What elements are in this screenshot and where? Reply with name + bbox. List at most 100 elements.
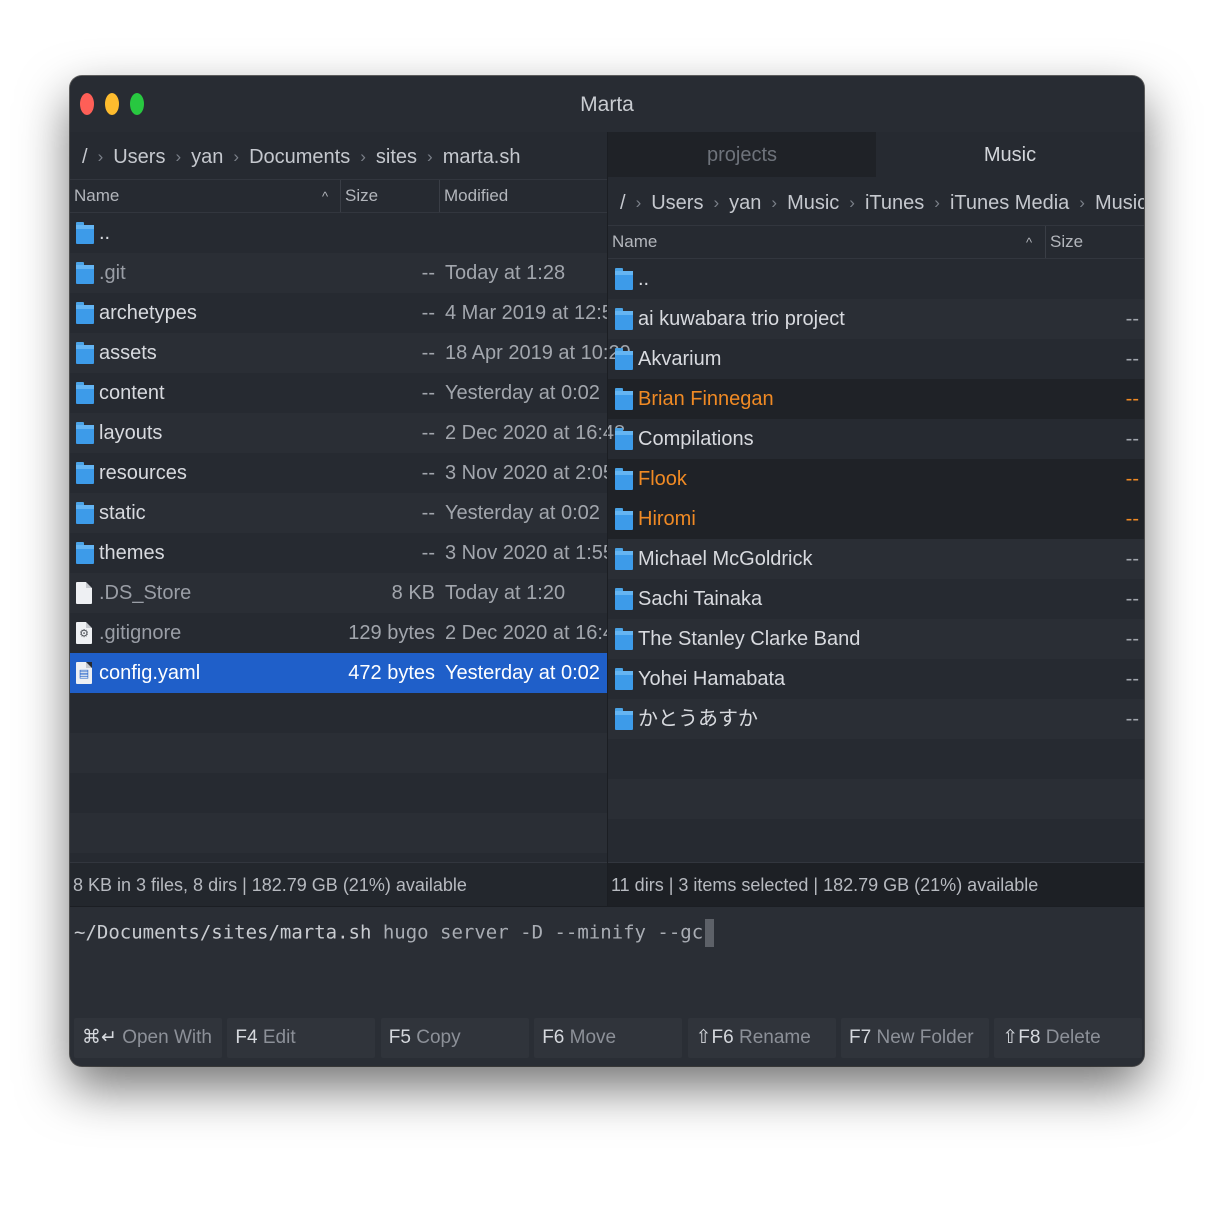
shortcut-label: Rename bbox=[733, 1027, 811, 1048]
folder-icon bbox=[615, 668, 633, 690]
name-column-header[interactable]: Name bbox=[70, 180, 340, 212]
breadcrumb-item[interactable]: / bbox=[618, 192, 628, 215]
file-modified: 3 Nov 2020 at 1:55 bbox=[445, 542, 615, 564]
file-row[interactable]: static -- Yesterday at 0:02 bbox=[70, 493, 607, 533]
breadcrumb-item[interactable]: sites bbox=[374, 146, 419, 169]
file-name: archetypes bbox=[99, 302, 197, 324]
folder-row[interactable]: Sachi Tainaka -- bbox=[608, 579, 1144, 619]
folder-size: -- bbox=[1125, 708, 1139, 730]
folder-body bbox=[76, 425, 94, 444]
folder-body bbox=[615, 591, 633, 610]
file-size: 8 KB bbox=[391, 582, 435, 604]
file-row[interactable]: themes -- 3 Nov 2020 at 1:55 bbox=[70, 533, 614, 573]
folder-row[interactable]: Compilations -- bbox=[608, 419, 1144, 459]
chevron-right-icon: › bbox=[934, 193, 940, 212]
breadcrumb-item[interactable]: Music bbox=[1093, 192, 1144, 215]
folder-row[interactable]: Michael McGoldrick -- bbox=[608, 539, 1144, 579]
breadcrumb-item[interactable]: Documents bbox=[247, 146, 352, 169]
terminal-command: hugo server -D --minify --gc bbox=[371, 921, 704, 944]
new-folder-button[interactable]: F7 New Folder bbox=[841, 1018, 989, 1058]
folder-row[interactable]: Yohei Hamabata -- bbox=[608, 659, 1144, 699]
shortcut-label: Open With bbox=[116, 1027, 212, 1048]
chevron-right-icon: › bbox=[771, 193, 778, 212]
folder-row[interactable]: The Stanley Clarke Band -- bbox=[608, 619, 1144, 659]
file-name: static bbox=[99, 502, 146, 524]
folder-row[interactable]: かとうあすか -- bbox=[608, 699, 1144, 739]
folder-name: かとうあすか bbox=[638, 708, 758, 730]
shortcut-label: Delete bbox=[1040, 1027, 1101, 1048]
empty-row bbox=[608, 779, 1144, 819]
terminal-panel[interactable]: ~/Documents/sites/marta.sh hugo server -… bbox=[70, 906, 1144, 1016]
file-row[interactable]: .git -- Today at 1:28 bbox=[70, 253, 607, 293]
document-icon bbox=[76, 582, 92, 604]
move-button[interactable]: F6 Move bbox=[534, 1018, 683, 1058]
breadcrumb-item[interactable]: iTunes bbox=[863, 192, 926, 215]
chevron-right-icon: › bbox=[97, 147, 104, 166]
name-column-header[interactable]: Name bbox=[608, 226, 1044, 258]
copy-button[interactable]: F5 Copy bbox=[380, 1018, 529, 1058]
right-pane[interactable]: projects Music / › Users › yan › Music › iTunes ›… bbox=[608, 132, 1144, 906]
file-modified: 4 Mar 2019 at 12:50 bbox=[445, 302, 625, 324]
file-size: -- bbox=[421, 302, 435, 324]
breadcrumb-item[interactable]: Users bbox=[649, 192, 705, 215]
left-pane[interactable]: / › Users › yan › Documents › sites › marta.sh Nam… bbox=[70, 132, 631, 906]
folder-size: -- bbox=[1125, 588, 1139, 610]
gear-document-icon: ⚙ bbox=[76, 622, 92, 644]
selected-folder-row[interactable]: Flook -- bbox=[608, 459, 1144, 499]
file-row[interactable]: content -- Yesterday at 0:02 bbox=[70, 373, 607, 413]
folder-icon bbox=[615, 708, 633, 730]
file-row[interactable]: layouts -- 2 Dec 2020 at 16:48 bbox=[70, 413, 625, 453]
size-column-header[interactable]: Size bbox=[1046, 226, 1144, 258]
folder-row[interactable]: Akvarium -- bbox=[608, 339, 1144, 379]
folder-icon bbox=[76, 262, 94, 284]
file-size: -- bbox=[421, 342, 435, 364]
selected-folder-row[interactable]: Hiromi -- bbox=[608, 499, 1144, 539]
file-row[interactable]: .. bbox=[70, 213, 607, 253]
edit-button[interactable]: F4 Edit bbox=[227, 1018, 376, 1058]
breadcrumb-item[interactable]: Music bbox=[785, 192, 841, 215]
folder-name: Flook bbox=[638, 468, 687, 490]
folder-icon bbox=[615, 468, 633, 490]
folder-icon bbox=[615, 548, 633, 570]
empty-row bbox=[70, 773, 607, 813]
empty-row bbox=[70, 813, 607, 853]
tab-music[interactable]: Music bbox=[876, 132, 1144, 177]
rename-button[interactable]: ⇧F6 Rename bbox=[687, 1018, 836, 1058]
title-bar: Marta bbox=[70, 76, 1144, 132]
breadcrumb-item[interactable]: Users bbox=[111, 146, 167, 169]
file-row[interactable]: ⚙ .gitignore 129 bytes 2 Dec 2020 at 16:48 bbox=[70, 613, 625, 653]
selected-folder-row[interactable]: Brian Finnegan -- bbox=[608, 379, 1144, 419]
yaml-document-icon: ▤ bbox=[76, 662, 92, 684]
folder-size: -- bbox=[1125, 548, 1139, 570]
breadcrumb-item[interactable]: yan bbox=[727, 192, 763, 215]
file-row[interactable]: assets -- 18 Apr 2019 at 10:29 bbox=[70, 333, 631, 373]
open-with-button[interactable]: ⌘↵ Open With bbox=[74, 1018, 222, 1058]
right-file-list[interactable]: .. ai kuwabara trio project -- Akvarium -- Br… bbox=[608, 259, 1144, 859]
folder-row[interactable]: ai kuwabara trio project -- bbox=[608, 299, 1144, 339]
left-file-list[interactable]: .. .git -- Today at 1:28 archetypes -- 4 Mar 2… bbox=[70, 213, 631, 853]
file-size: -- bbox=[421, 462, 435, 484]
modified-column-header[interactable]: Modified bbox=[440, 180, 607, 212]
folder-icon bbox=[76, 502, 94, 524]
folder-icon bbox=[76, 462, 94, 484]
breadcrumb-item[interactable]: / bbox=[80, 146, 90, 169]
folder-icon bbox=[615, 308, 633, 330]
file-row[interactable]: .DS_Store 8 KB Today at 1:20 bbox=[70, 573, 607, 613]
terminal-prompt[interactable]: ~/Documents/sites/marta.sh hugo server -… bbox=[74, 919, 715, 947]
delete-button[interactable]: ⇧F8 Delete bbox=[994, 1018, 1143, 1058]
file-row[interactable]: ▤ config.yaml 472 bytes Yesterday at 0:02 bbox=[70, 653, 607, 693]
empty-row bbox=[608, 739, 1144, 779]
folder-size: -- bbox=[1125, 628, 1139, 650]
breadcrumb-item[interactable]: yan bbox=[189, 146, 225, 169]
breadcrumb-item[interactable]: iTunes Media bbox=[948, 192, 1071, 215]
function-key-bar: ⌘↵ Open With F4 Edit F5 Copy F6 Move ⇧F6 Ren… bbox=[70, 1016, 1144, 1066]
breadcrumb-item[interactable]: marta.sh bbox=[441, 146, 523, 169]
size-column-header[interactable]: Size bbox=[341, 180, 439, 212]
tab-projects[interactable]: projects bbox=[608, 132, 876, 177]
file-row[interactable]: resources -- 3 Nov 2020 at 2:05 bbox=[70, 453, 614, 493]
folder-row[interactable]: .. bbox=[608, 259, 1144, 299]
empty-row bbox=[70, 693, 607, 733]
folder-body bbox=[76, 225, 94, 244]
folder-body bbox=[615, 551, 633, 570]
file-row[interactable]: archetypes -- 4 Mar 2019 at 12:50 bbox=[70, 293, 624, 333]
